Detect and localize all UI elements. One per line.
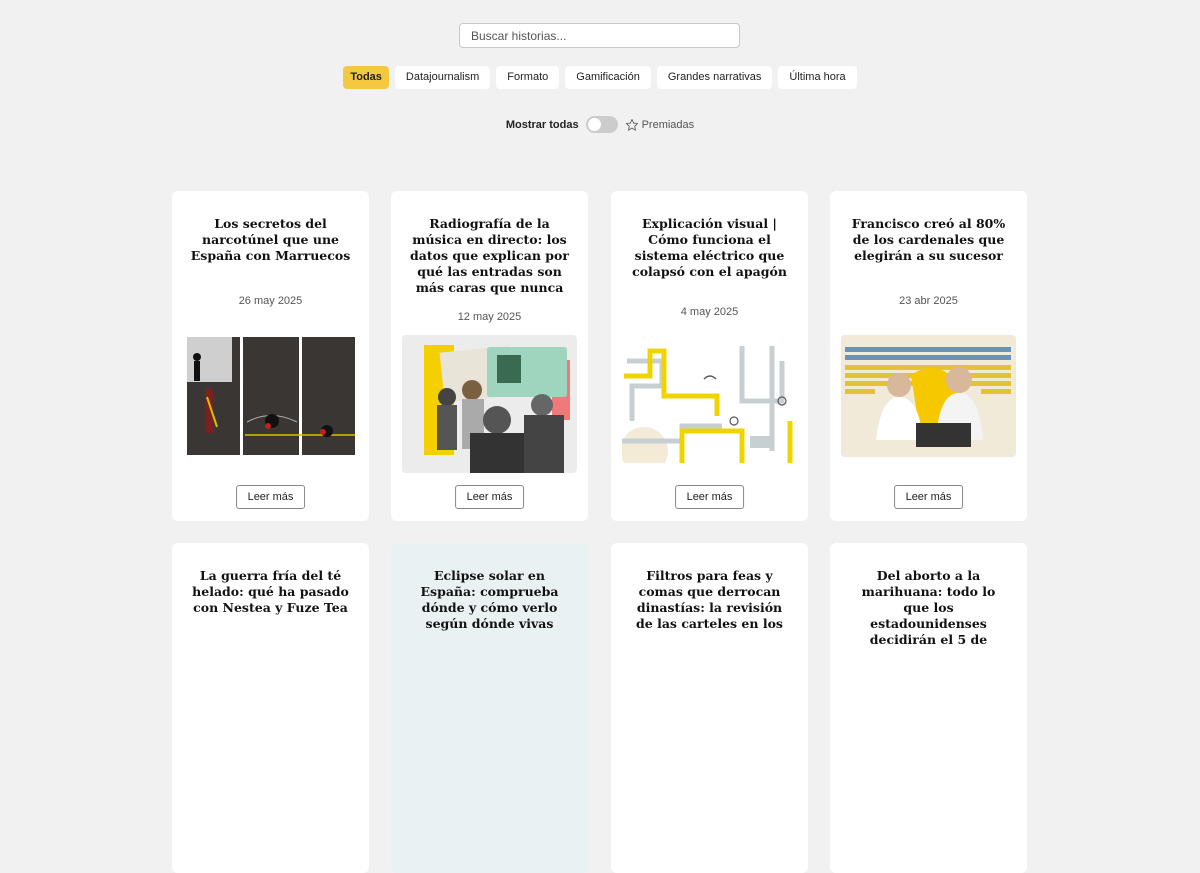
filter-gamificacion[interactable]: Gamificación (565, 66, 651, 89)
card-image (841, 335, 1016, 457)
star-icon (625, 118, 638, 131)
read-more-button[interactable]: Leer más (674, 485, 745, 509)
show-all-row: Mostrar todas Premiadas (0, 116, 1200, 133)
card-title[interactable]: La guerra fría del té helado: qué ha pas… (190, 568, 351, 616)
read-more-button[interactable]: Leer más (454, 485, 525, 509)
card-title[interactable]: Filtros para feas y comas que derrocan d… (629, 568, 790, 632)
story-card: Del aborto a la marihuana: todo lo que l… (830, 543, 1027, 873)
card-image (187, 337, 355, 455)
filter-formato[interactable]: Formato (496, 66, 560, 89)
story-card: La guerra fría del té helado: qué ha pas… (172, 543, 369, 873)
premiadas-filter[interactable]: Premiadas (625, 118, 695, 132)
story-card: Francisco creó al 80% de los cardenales … (830, 191, 1027, 521)
card-date: 4 may 2025 (680, 306, 739, 318)
card-title[interactable]: Francisco creó al 80% de los cardenales … (848, 216, 1009, 264)
filter-grandes-narrativas[interactable]: Grandes narrativas (656, 66, 773, 89)
story-card: Eclipse solar en España: comprueba dónde… (391, 543, 588, 873)
premiadas-label: Premiadas (641, 118, 695, 131)
card-title[interactable]: Los secretos del narcotúnel que une Espa… (190, 216, 351, 264)
card-title[interactable]: Eclipse solar en España: comprueba dónde… (409, 568, 570, 632)
toggle-knob (587, 118, 601, 131)
card-title[interactable]: Explicación visual | Cómo funciona el si… (629, 216, 790, 280)
card-title[interactable]: Radiografía de la música en directo: los… (409, 216, 570, 296)
filter-datajournalism[interactable]: Datajournalism (394, 66, 491, 89)
card-date: 12 may 2025 (457, 311, 522, 323)
filter-todas[interactable]: Todas (343, 66, 389, 89)
search-input[interactable] (459, 23, 740, 48)
card-image (402, 335, 577, 473)
read-more-button[interactable]: Leer más (893, 485, 964, 509)
story-card: Radiografía de la música en directo: los… (391, 191, 588, 521)
read-more-button[interactable]: Leer más (235, 485, 306, 509)
card-title[interactable]: Del aborto a la marihuana: todo lo que l… (848, 568, 1009, 648)
show-all-toggle[interactable] (585, 116, 618, 133)
story-card: Los secretos del narcotúnel que une Espa… (172, 191, 369, 521)
card-date: 26 may 2025 (238, 295, 303, 307)
card-image (622, 341, 797, 463)
story-card: Filtros para feas y comas que derrocan d… (611, 543, 808, 873)
filter-ultima-hora[interactable]: Última hora (778, 66, 857, 89)
filter-bar: Todas Datajournalism Formato Gamificació… (0, 66, 1200, 89)
show-all-label: Mostrar todas (505, 118, 579, 131)
card-date: 23 abr 2025 (899, 295, 958, 307)
story-card: Explicación visual | Cómo funciona el si… (611, 191, 808, 521)
